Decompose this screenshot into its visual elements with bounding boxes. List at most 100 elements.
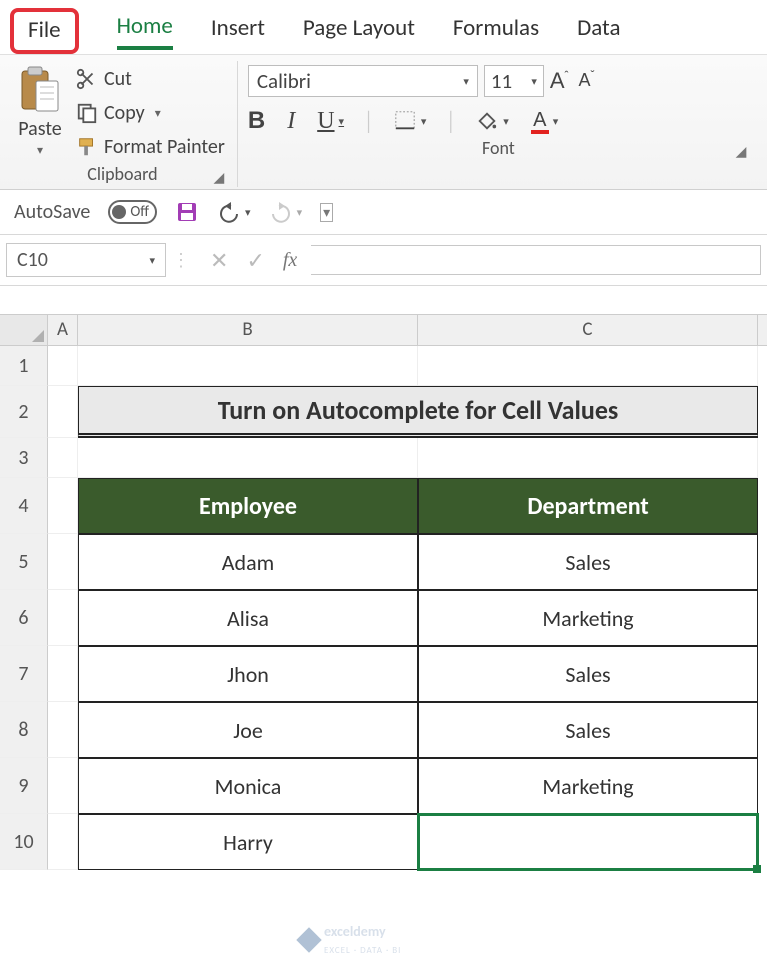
table-cell[interactable]: Jhon: [78, 646, 418, 702]
copy-button[interactable]: Copy ▾: [74, 99, 227, 127]
borders-button[interactable]: ▾: [393, 110, 427, 132]
tab-home[interactable]: Home: [117, 12, 173, 50]
table-cell[interactable]: Sales: [418, 534, 758, 590]
chevron-down-icon[interactable]: ▾: [155, 106, 161, 121]
fx-icon[interactable]: fx: [283, 249, 297, 272]
table-cell[interactable]: Sales: [418, 702, 758, 758]
table-cell[interactable]: Marketing: [418, 590, 758, 646]
font-color-icon: A: [533, 109, 546, 132]
bold-button[interactable]: B: [248, 107, 265, 135]
cell[interactable]: [48, 346, 78, 386]
cell[interactable]: [48, 702, 78, 758]
cell[interactable]: [78, 346, 418, 386]
cut-button[interactable]: Cut: [74, 65, 227, 93]
cell[interactable]: [48, 590, 78, 646]
cell[interactable]: [48, 646, 78, 702]
chevron-down-icon[interactable]: ▾: [37, 143, 43, 158]
decrease-font-size-button[interactable]: Aˇ: [579, 68, 595, 94]
copy-icon: [76, 102, 98, 124]
format-painter-button[interactable]: Format Painter: [74, 133, 227, 161]
chevron-down-icon[interactable]: ▾: [463, 75, 469, 88]
enter-formula-icon[interactable]: ✓: [246, 247, 264, 274]
tab-insert[interactable]: Insert: [211, 14, 265, 48]
font-color-button[interactable]: A ▾: [531, 109, 559, 134]
column-headers: A B C: [0, 314, 767, 346]
row-header[interactable]: 3: [0, 438, 48, 478]
name-box-value: C10: [17, 248, 48, 272]
tab-file[interactable]: File: [10, 8, 79, 54]
table-header-employee[interactable]: Employee: [78, 478, 418, 534]
col-header-b[interactable]: B: [78, 315, 418, 345]
table-cell[interactable]: Monica: [78, 758, 418, 814]
group-clipboard: Paste ▾ Cut Copy ▾: [8, 61, 238, 187]
table-cell[interactable]: Alisa: [78, 590, 418, 646]
formula-input[interactable]: [311, 245, 761, 275]
chevron-down-icon[interactable]: ▾: [339, 115, 345, 128]
resize-handle[interactable]: ⋮: [166, 249, 196, 271]
paste-button[interactable]: Paste ▾: [18, 65, 62, 158]
chevron-down-icon[interactable]: ▾: [421, 115, 427, 128]
group-font: Calibri ▾ 11 ▾ Aˆ Aˇ B I U▾ | ▾: [238, 61, 759, 187]
italic-button[interactable]: I: [287, 108, 295, 135]
row-header[interactable]: 7: [0, 646, 48, 702]
font-group-label: Font ◢: [248, 137, 749, 159]
tab-data[interactable]: Data: [577, 14, 620, 48]
formula-bar: C10 ▾ ⋮ ✕ ✓ fx: [0, 235, 767, 286]
table-cell[interactable]: Marketing: [418, 758, 758, 814]
cell[interactable]: [48, 386, 78, 438]
row-header[interactable]: 1: [0, 346, 48, 386]
customize-qat-button[interactable]: ▾: [320, 203, 333, 222]
cell[interactable]: [48, 438, 78, 478]
chevron-down-icon[interactable]: ▾: [553, 115, 559, 128]
tab-formulas[interactable]: Formulas: [453, 14, 539, 48]
chevron-down-icon[interactable]: ▾: [531, 75, 537, 88]
chevron-down-icon[interactable]: ▾: [297, 206, 303, 219]
dialog-launcher-icon[interactable]: ◢: [733, 143, 749, 159]
table-cell[interactable]: Adam: [78, 534, 418, 590]
cell[interactable]: [48, 814, 78, 870]
increase-font-size-button[interactable]: Aˆ: [550, 68, 569, 94]
toggle-knob: [112, 205, 126, 219]
col-header-a[interactable]: A: [48, 315, 78, 345]
row-header[interactable]: 6: [0, 590, 48, 646]
underline-button[interactable]: U▾: [317, 108, 344, 135]
watermark: exceldemy EXCEL · DATA · BI: [300, 923, 401, 957]
col-header-c[interactable]: C: [418, 315, 758, 345]
cell[interactable]: [78, 438, 418, 478]
table-cell[interactable]: Harry: [78, 814, 418, 870]
clipboard-icon: [18, 65, 62, 115]
title-cell[interactable]: Turn on Autocomplete for Cell Values: [78, 386, 758, 438]
select-all-corner[interactable]: [0, 315, 48, 345]
redo-button[interactable]: ▾: [269, 200, 303, 224]
chevron-down-icon[interactable]: ▾: [245, 206, 251, 219]
cell[interactable]: [418, 438, 758, 478]
dialog-launcher-icon[interactable]: ◢: [211, 169, 227, 185]
name-box[interactable]: C10 ▾: [6, 243, 166, 277]
cell[interactable]: [48, 758, 78, 814]
table-cell[interactable]: Joe: [78, 702, 418, 758]
cell[interactable]: [418, 346, 758, 386]
scissors-icon: [76, 68, 98, 90]
autosave-toggle[interactable]: Off: [108, 200, 157, 224]
font-size-select[interactable]: 11 ▾: [484, 65, 544, 97]
row-header[interactable]: 2: [0, 386, 48, 438]
row-header[interactable]: 4: [0, 478, 48, 534]
row-header[interactable]: 5: [0, 534, 48, 590]
table-cell-selected[interactable]: [418, 814, 758, 870]
table-cell[interactable]: Sales: [418, 646, 758, 702]
cancel-formula-icon[interactable]: ✕: [210, 247, 228, 274]
font-name-select[interactable]: Calibri ▾: [248, 65, 478, 97]
cell[interactable]: [48, 534, 78, 590]
row-header[interactable]: 9: [0, 758, 48, 814]
row-header[interactable]: 10: [0, 814, 48, 870]
chevron-down-icon[interactable]: ▾: [149, 254, 155, 267]
save-button[interactable]: [175, 200, 199, 224]
tab-page-layout[interactable]: Page Layout: [303, 14, 415, 48]
fill-color-button[interactable]: ▾: [475, 110, 509, 132]
cell[interactable]: [48, 478, 78, 534]
chevron-down-icon[interactable]: ▾: [503, 115, 509, 128]
row-header[interactable]: 8: [0, 702, 48, 758]
table-header-department[interactable]: Department: [418, 478, 758, 534]
clipboard-group-label: Clipboard ◢: [18, 163, 227, 185]
undo-button[interactable]: ▾: [217, 200, 251, 224]
